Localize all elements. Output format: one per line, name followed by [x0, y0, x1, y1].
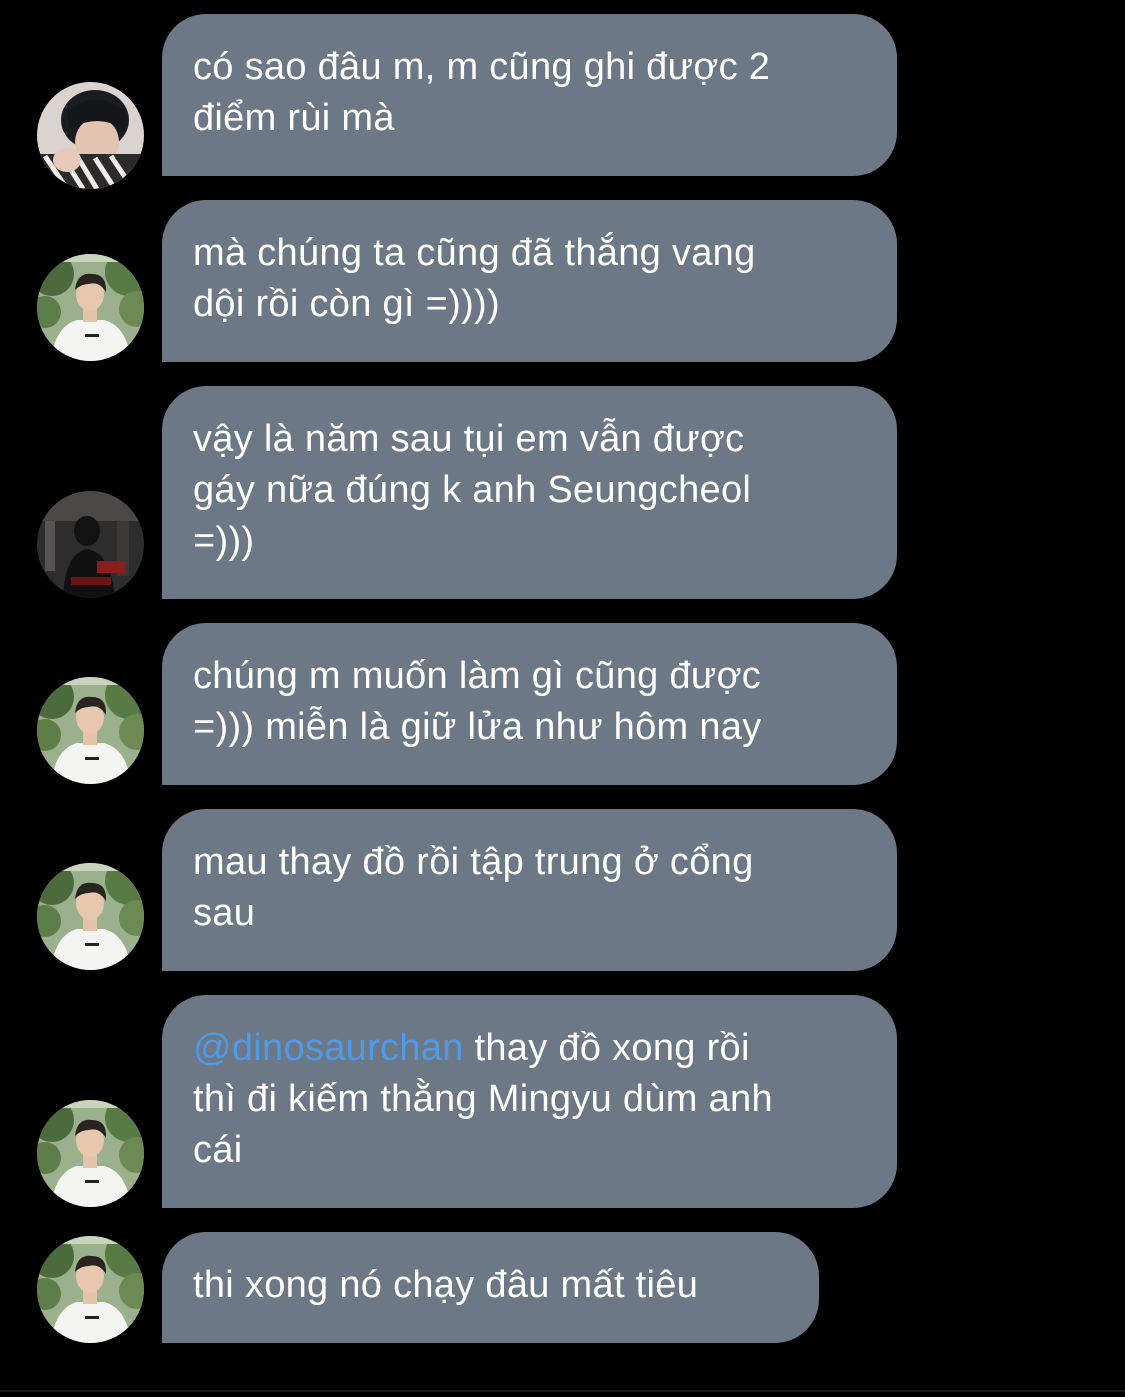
- message-text-line: có sao đâu m, m cũng ghi được 2: [193, 46, 771, 88]
- user-avatar[interactable]: [37, 1236, 144, 1343]
- message-text-line: thi xong nó chạy đâu mất tiêu: [193, 1264, 699, 1306]
- message-text-line: mau thay đồ rồi tập trung ở cổng: [193, 841, 754, 883]
- user-avatar[interactable]: [37, 1100, 144, 1207]
- user-avatar-white-shirt-icon: [37, 1236, 144, 1343]
- message-text-line: thì đi kiếm thằng Mingyu dùm anh: [193, 1078, 773, 1120]
- user-avatar-white-shirt-icon: [37, 677, 144, 784]
- message-text-line: dội rồi còn gì =)))): [193, 283, 500, 325]
- user-avatar-white-shirt-icon: [37, 254, 144, 361]
- message-bubble[interactable]: mà chúng ta cũng đã thắng vang dội rồi c…: [162, 200, 897, 362]
- message-bubble[interactable]: vậy là năm sau tụi em vẫn được gáy nữa đ…: [162, 386, 897, 599]
- message-bubble[interactable]: @dinosaurchan thay đồ xong rồi thì đi ki…: [162, 995, 897, 1208]
- user-avatar-white-shirt-icon: [37, 863, 144, 970]
- user-avatar[interactable]: [37, 254, 144, 361]
- message-text-line: =))) miễn là giữ lửa như hôm nay: [193, 706, 762, 748]
- message-text-line: cái: [193, 1129, 243, 1171]
- message-text: thay đồ xong rồi: [463, 1027, 750, 1069]
- message-bubble[interactable]: chúng m muốn làm gì cũng được =))) miễn …: [162, 623, 897, 785]
- message-text-line: vậy là năm sau tụi em vẫn được: [193, 418, 745, 460]
- user-avatar[interactable]: [37, 677, 144, 784]
- divider: [0, 1390, 1125, 1392]
- message-text-line: sau: [193, 892, 256, 934]
- user-avatar-dark-hair-icon: [37, 82, 144, 189]
- message-text-line: @dinosaurchan thay đồ xong rồi: [193, 1023, 867, 1074]
- message-bubble[interactable]: có sao đâu m, m cũng ghi được 2 điểm rùi…: [162, 14, 897, 176]
- mention-link[interactable]: @dinosaurchan: [193, 1027, 464, 1069]
- user-avatar[interactable]: [37, 863, 144, 970]
- user-avatar[interactable]: [37, 82, 144, 189]
- user-avatar[interactable]: [37, 491, 144, 598]
- user-avatar-dark-photo-icon: [37, 491, 144, 598]
- message-text-line: mà chúng ta cũng đã thắng vang: [193, 232, 756, 274]
- message-text-line: chúng m muốn làm gì cũng được: [193, 655, 762, 697]
- message-bubble[interactable]: mau thay đồ rồi tập trung ở cổng sau: [162, 809, 897, 971]
- message-bubble[interactable]: thi xong nó chạy đâu mất tiêu: [162, 1232, 819, 1343]
- chat-thread: có sao đâu m, m cũng ghi được 2 điểm rùi…: [0, 0, 1125, 1397]
- message-text-line: điểm rùi mà: [193, 97, 395, 139]
- user-avatar-white-shirt-icon: [37, 1100, 144, 1207]
- message-text-line: gáy nữa đúng k anh Seungcheol: [193, 469, 752, 511]
- message-text-line: =))): [193, 520, 255, 562]
